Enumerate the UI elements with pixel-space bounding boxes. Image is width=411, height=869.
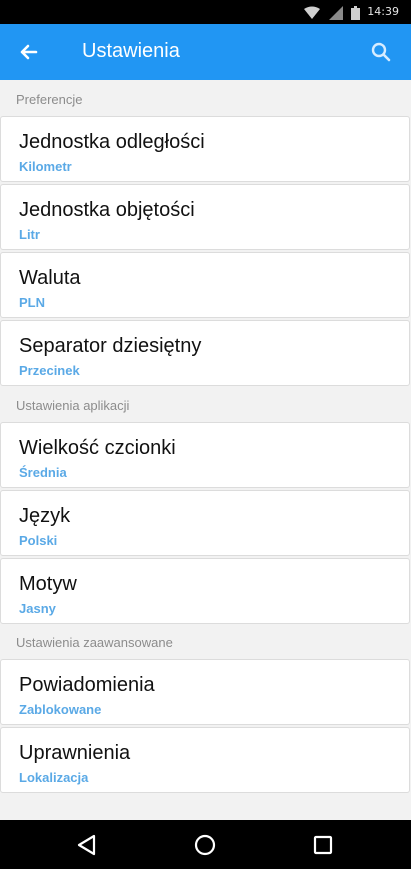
setting-volume-unit[interactable]: Jednostka objętości Litr (0, 184, 410, 250)
signal-icon (329, 5, 343, 24)
setting-label: Jednostka objętości (19, 199, 195, 221)
setting-permissions[interactable]: Uprawnienia Lokalizacja (0, 727, 410, 793)
recents-square-icon[interactable] (310, 832, 336, 858)
setting-value: Średnia (19, 465, 67, 480)
setting-language[interactable]: Język Polski (0, 490, 410, 556)
setting-font-size[interactable]: Wielkość czcionki Średnia (0, 422, 410, 488)
setting-label: Separator dziesiętny (19, 335, 202, 357)
setting-value: Kilometr (19, 159, 72, 174)
navigation-bar (0, 820, 411, 869)
setting-label: Uprawnienia (19, 742, 131, 764)
setting-currency[interactable]: Waluta PLN (0, 252, 410, 318)
setting-value: Litr (19, 227, 40, 242)
arrow-back-icon[interactable] (14, 38, 42, 66)
setting-label: Powiadomienia (19, 674, 155, 696)
setting-notifications[interactable]: Powiadomienia Zablokowane (0, 659, 410, 725)
setting-value: PLN (19, 295, 45, 310)
setting-label: Jednostka odległości (19, 131, 205, 153)
setting-value: Polski (19, 533, 58, 548)
battery-icon (351, 5, 360, 24)
setting-label: Wielkość czcionki (19, 437, 176, 459)
section-header-advanced-settings: Ustawienia zaawansowane (16, 635, 173, 650)
setting-label: Waluta (19, 267, 81, 289)
home-circle-icon[interactable] (192, 832, 218, 858)
setting-distance-unit[interactable]: Jednostka odległości Kilometr (0, 116, 410, 182)
setting-label: Język (19, 505, 71, 527)
section-header-preferences: Preferencje (16, 92, 83, 107)
wifi-icon (304, 5, 320, 24)
back-triangle-icon[interactable] (74, 832, 100, 858)
setting-decimal-separator[interactable]: Separator dziesiętny Przecinek (0, 320, 410, 386)
setting-value: Przecinek (19, 363, 80, 378)
status-bar: 14:39 (0, 0, 411, 24)
setting-value: Lokalizacja (19, 770, 89, 785)
settings-list: Preferencje Jednostka odległości Kilomet… (0, 80, 411, 820)
section-header-app-settings: Ustawienia aplikacji (16, 398, 130, 413)
search-icon[interactable] (369, 40, 393, 64)
setting-value: Zablokowane (19, 702, 102, 717)
setting-theme[interactable]: Motyw Jasny (0, 558, 410, 624)
setting-label: Motyw (19, 573, 77, 595)
app-bar: Ustawienia (0, 24, 411, 80)
page-title: Ustawienia (82, 40, 180, 62)
setting-value: Jasny (19, 601, 56, 616)
status-time: 14:39 (367, 5, 399, 18)
